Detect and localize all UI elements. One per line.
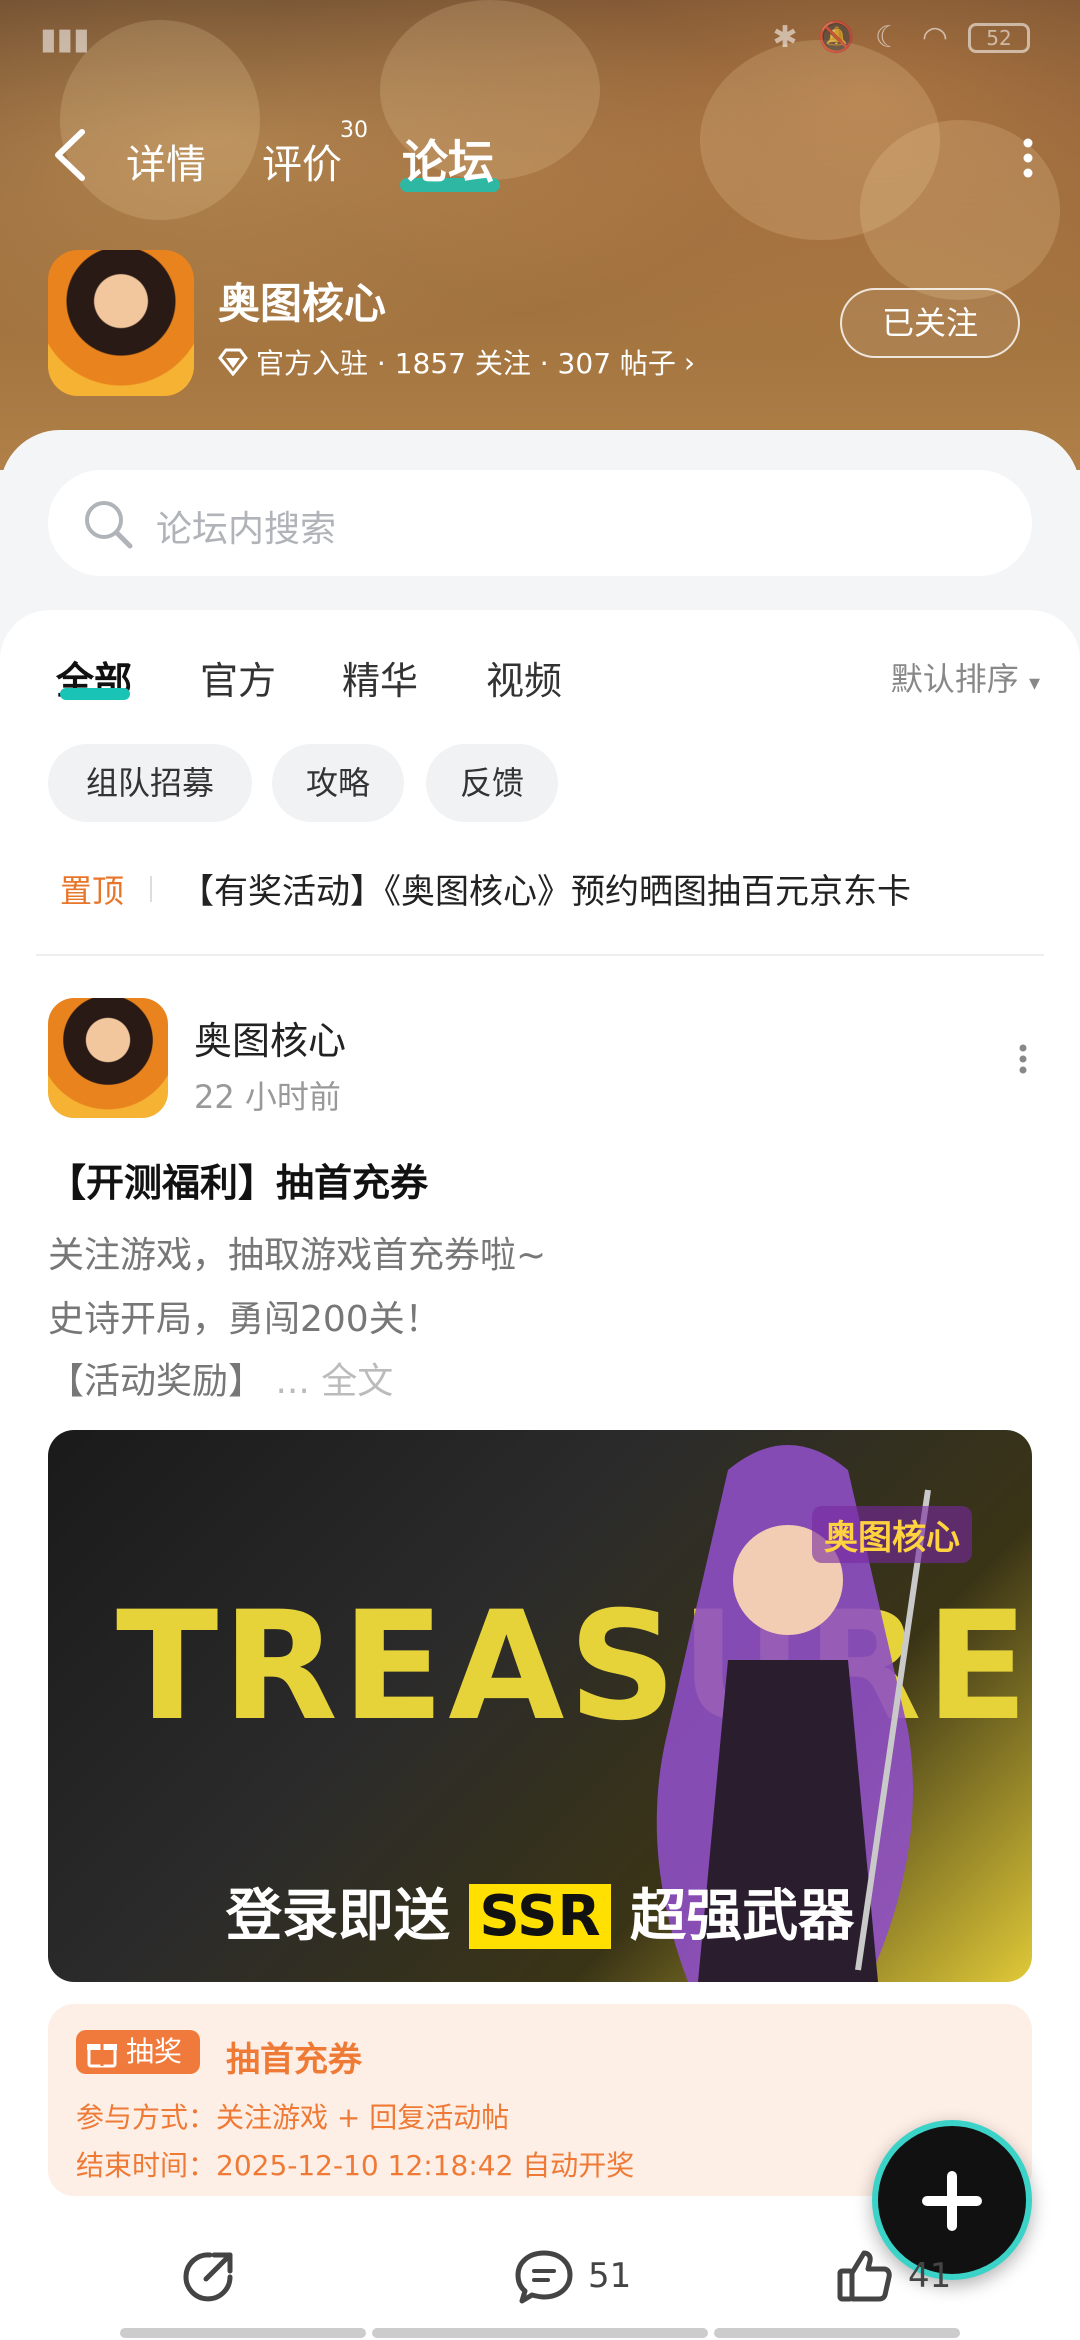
like-count: 41 xyxy=(908,2256,952,2296)
tab-reviews[interactable]: 评价 xyxy=(262,132,342,190)
caption-highlight: SSR xyxy=(469,1884,611,1949)
reviews-count-badge: 30 xyxy=(340,118,368,143)
tab-official[interactable]: 官方 xyxy=(200,650,276,705)
chip-team-recruit[interactable]: 组队招募 xyxy=(48,744,252,822)
post-more-icon[interactable] xyxy=(1018,1044,1028,1074)
post-title[interactable]: 【开测福利】抽首充券 xyxy=(48,1152,428,1207)
comment-button[interactable]: 51 xyxy=(514,2246,631,2306)
bottom-segment xyxy=(714,2328,960,2338)
tab-details[interactable]: 详情 xyxy=(126,132,206,190)
comment-icon xyxy=(515,2250,573,2304)
filter-tab-indicator xyxy=(60,688,130,700)
battery-icon: 52 xyxy=(968,22,1030,53)
diamond-icon xyxy=(218,348,248,376)
post-body-line: 【活动奖励】 ... 全文 xyxy=(48,1352,393,1404)
status-bar: ▮▮▮ ✱ 🔕 ☾ ◠ 52 xyxy=(0,0,1080,80)
share-button[interactable] xyxy=(180,2246,238,2306)
post-author[interactable]: 奥图核心 xyxy=(194,1010,346,1065)
pinned-post-link[interactable]: 【有奖活动】《奥图核心》预约晒图抽百元京东卡 xyxy=(180,864,911,913)
search-placeholder: 论坛内搜索 xyxy=(156,509,337,550)
more-icon[interactable] xyxy=(1022,138,1034,178)
tab-video[interactable]: 视频 xyxy=(486,650,562,705)
sort-dropdown[interactable]: 默认排序 ▾ xyxy=(891,654,1040,700)
follow-button[interactable]: 已关注 xyxy=(840,288,1020,358)
app-meta[interactable]: 官方入驻 · 1857 关注 · 307 帖子 › xyxy=(218,342,695,382)
lottery-method: 参与方式：关注游戏 + 回复活动帖 xyxy=(76,2101,510,2134)
plus-icon xyxy=(947,2171,957,2231)
banner-caption: 登录即送 SSR 超强武器 xyxy=(48,1871,1032,1952)
wifi-icon: ◠ xyxy=(921,20,948,55)
divider xyxy=(36,954,1044,956)
lottery-title: 抽首充券 xyxy=(226,2040,362,2080)
caret-down-icon: ▾ xyxy=(1028,671,1040,696)
search-icon xyxy=(85,501,133,549)
moon-icon: ☾ xyxy=(874,20,902,55)
pinned-separator xyxy=(150,876,152,902)
chip-feedback[interactable]: 反馈 xyxy=(426,744,558,822)
thumbs-up-icon xyxy=(837,2250,892,2302)
gift-icon xyxy=(87,2044,117,2068)
read-more-link[interactable]: ... 全文 xyxy=(275,1361,393,1402)
chevron-right-icon: › xyxy=(683,345,696,379)
lottery-tag-label: 抽奖 xyxy=(126,2035,183,2068)
share-icon xyxy=(183,2252,233,2302)
avatar[interactable] xyxy=(48,998,168,1118)
post-image[interactable]: TREASURE 奥图核心 登录即送 SSR 超强武器 xyxy=(48,1430,1032,1982)
post-body-line: 史诗开局，勇闯200关！ xyxy=(48,1299,441,1340)
sort-label: 默认排序 xyxy=(890,660,1019,698)
bottom-segment xyxy=(372,2328,708,2338)
pinned-tag: 置顶 xyxy=(60,872,125,910)
app-header: 奥图核心 官方入驻 · 1857 关注 · 307 帖子 › 已关注 xyxy=(48,250,1038,400)
bottom-segment xyxy=(120,2328,366,2338)
forum-search-input[interactable]: 论坛内搜索 xyxy=(48,470,1032,576)
lottery-end-time: 结束时间：2025-12-10 12:18:42 自动开奖 xyxy=(76,2149,635,2182)
bluetooth-icon: ✱ xyxy=(772,20,798,55)
mute-icon: 🔕 xyxy=(817,20,855,55)
post-time: 22 小时前 xyxy=(194,1078,341,1116)
app-stats: 官方入驻 · 1857 关注 · 307 帖子 xyxy=(256,347,676,380)
lottery-tag: 抽奖 xyxy=(76,2030,200,2074)
app-name: 奥图核心 xyxy=(218,279,387,328)
app-icon xyxy=(48,250,194,396)
back-icon[interactable] xyxy=(52,128,88,182)
caption-text: 登录即送 xyxy=(225,1884,450,1949)
signal-icon: ▮▮▮ xyxy=(40,22,90,57)
chip-guides[interactable]: 攻略 xyxy=(272,744,404,822)
tab-forum[interactable]: 论坛 xyxy=(402,126,494,192)
post-body-line: 关注游戏，抽取游戏首充券啦~ xyxy=(48,1235,547,1276)
banner-logo: 奥图核心 xyxy=(812,1506,972,1563)
tab-featured[interactable]: 精华 xyxy=(342,650,418,705)
caption-text: 超强武器 xyxy=(630,1884,855,1949)
like-button[interactable]: 41 xyxy=(836,2246,951,2306)
comment-count: 51 xyxy=(588,2256,632,2296)
top-nav: 详情 评价 30 论坛 xyxy=(0,110,1080,200)
post-body-text: 【活动奖励】 xyxy=(48,1361,265,1402)
